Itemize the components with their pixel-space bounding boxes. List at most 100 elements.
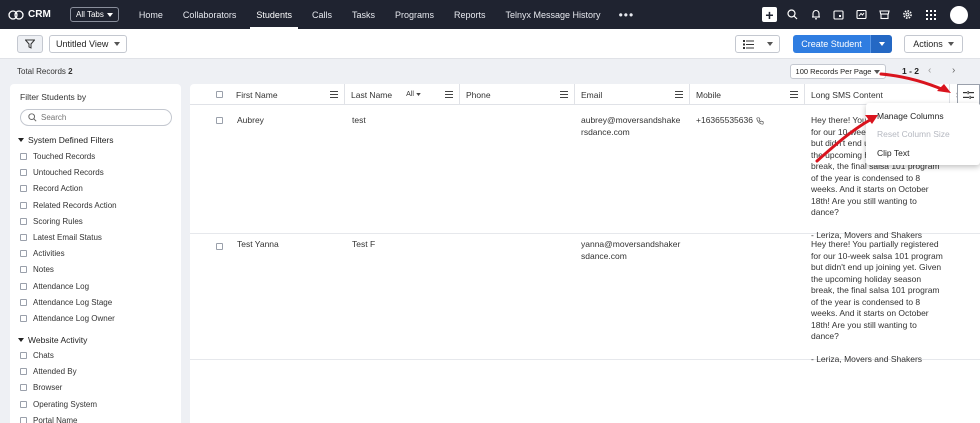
last-name-filter-select[interactable]: All bbox=[406, 91, 421, 98]
filter-checkbox[interactable] bbox=[20, 169, 27, 177]
nav-tab-programs[interactable]: Programs bbox=[385, 0, 444, 29]
create-options-dropdown[interactable] bbox=[870, 35, 892, 53]
apps-button[interactable] bbox=[919, 0, 942, 29]
filter-checkbox[interactable] bbox=[20, 352, 27, 359]
filter-checkbox[interactable] bbox=[20, 282, 27, 290]
filter-item[interactable]: Operating System bbox=[20, 400, 97, 409]
previous-page-button[interactable]: ‹ bbox=[928, 65, 931, 76]
filter-item[interactable]: Attendance Log bbox=[20, 282, 89, 291]
view-mode-select[interactable] bbox=[735, 35, 780, 53]
notifications-button[interactable] bbox=[804, 0, 827, 29]
nav-tab-collaborators[interactable]: Collaborators bbox=[173, 0, 247, 29]
table-header: First Name Last Name All Phone Email Mob… bbox=[190, 84, 980, 105]
cell-mobile: +16365535636 bbox=[696, 115, 764, 127]
cell-first-name[interactable]: Aubrey bbox=[237, 115, 264, 127]
cell-email[interactable]: aubrey@moversandshakersdance.com bbox=[581, 115, 681, 138]
column-last-name[interactable]: Last Name All bbox=[345, 84, 460, 105]
column-mobile[interactable]: Mobile bbox=[690, 84, 805, 105]
filter-item[interactable]: Notes bbox=[20, 265, 54, 274]
filter-checkbox[interactable] bbox=[20, 266, 27, 274]
crm-logo[interactable]: CRM bbox=[8, 9, 58, 20]
filter-item[interactable]: Record Action bbox=[20, 184, 83, 193]
select-all-checkbox[interactable] bbox=[216, 91, 223, 98]
column-menu-icon[interactable] bbox=[445, 91, 453, 98]
filter-checkbox[interactable] bbox=[20, 153, 27, 160]
signals-button[interactable] bbox=[850, 0, 873, 29]
filter-checkbox[interactable] bbox=[20, 201, 27, 209]
nav-tab-telnyx-message-history[interactable]: Telnyx Message History bbox=[496, 0, 611, 29]
column-first-name[interactable]: First Name bbox=[230, 84, 345, 105]
filter-checkbox[interactable] bbox=[20, 315, 27, 322]
quick-create-button[interactable]: + bbox=[758, 0, 781, 29]
section-website-activity[interactable]: Website Activity bbox=[18, 335, 87, 345]
nav-tab-reports[interactable]: Reports bbox=[444, 0, 496, 29]
filter-checkbox[interactable] bbox=[20, 217, 27, 225]
calendar-button[interactable] bbox=[827, 0, 850, 29]
filter-item[interactable]: Touched Records bbox=[20, 152, 95, 161]
more-tabs-button[interactable]: ••• bbox=[611, 8, 643, 22]
nav-tab-calls[interactable]: Calls bbox=[302, 0, 342, 29]
marketplace-icon bbox=[879, 10, 890, 20]
column-menu-icon[interactable] bbox=[790, 91, 798, 98]
filter-item[interactable]: Untouched Records bbox=[20, 168, 104, 177]
nav-tab-students[interactable]: Students bbox=[246, 0, 302, 29]
section-system-defined-filters[interactable]: System Defined Filters bbox=[18, 135, 114, 145]
caret-down-icon bbox=[18, 338, 24, 342]
filter-checkbox[interactable] bbox=[20, 250, 27, 258]
top-nav: CRM All Tabs Home Collaborators Students Ca… bbox=[0, 0, 980, 29]
filter-item[interactable]: Activities bbox=[20, 249, 65, 258]
column-menu-icon[interactable] bbox=[675, 91, 683, 98]
filter-item[interactable]: Latest Email Status bbox=[20, 233, 102, 242]
filter-toggle-button[interactable] bbox=[17, 35, 43, 53]
row-checkbox[interactable] bbox=[216, 243, 223, 250]
phone-icon[interactable] bbox=[756, 117, 764, 125]
view-select[interactable]: Untitled View bbox=[49, 35, 128, 53]
create-student-button[interactable]: Create Student bbox=[793, 35, 870, 53]
filter-checkbox[interactable] bbox=[20, 416, 27, 423]
settings-button[interactable] bbox=[896, 0, 919, 29]
filter-search-input[interactable] bbox=[41, 113, 161, 122]
cell-email[interactable]: yanna@moversandshakersdance.com bbox=[581, 239, 681, 262]
filter-item[interactable]: Browser bbox=[20, 383, 62, 392]
column-menu-icon[interactable] bbox=[330, 91, 338, 98]
list-view-icon bbox=[742, 39, 754, 49]
chevron-down-icon bbox=[766, 42, 773, 46]
filter-item[interactable]: Related Records Action bbox=[20, 201, 117, 210]
sms-message: Hey there! You partially registered for … bbox=[811, 239, 943, 341]
next-page-button[interactable]: › bbox=[952, 65, 955, 76]
column-menu-icon[interactable] bbox=[560, 91, 568, 98]
nav-tab-tasks[interactable]: Tasks bbox=[342, 0, 385, 29]
menu-item-clip-text[interactable]: Clip Text bbox=[877, 148, 909, 158]
column-phone[interactable]: Phone bbox=[460, 84, 575, 105]
filter-checkbox[interactable] bbox=[20, 234, 27, 241]
user-avatar[interactable] bbox=[950, 5, 968, 24]
nav-tab-home[interactable]: Home bbox=[129, 0, 173, 29]
cell-first-name[interactable]: Test Yanna bbox=[237, 239, 279, 251]
filter-item[interactable]: Scoring Rules bbox=[20, 217, 83, 226]
section-label: Website Activity bbox=[28, 335, 88, 345]
search-button[interactable] bbox=[781, 0, 804, 29]
column-long-sms-content[interactable]: Long SMS Content bbox=[805, 84, 950, 105]
mobile-number[interactable]: +16365535636 bbox=[696, 115, 753, 127]
cell-last-name: Test F bbox=[352, 239, 376, 249]
filter-checkbox[interactable] bbox=[20, 185, 27, 193]
filter-item[interactable]: Attended By bbox=[20, 367, 77, 376]
filter-item[interactable]: Attendance Log Owner bbox=[20, 314, 115, 323]
table-row[interactable]: Aubrey test aubrey@moversandshakersdance… bbox=[190, 105, 980, 240]
column-settings-button[interactable] bbox=[957, 84, 980, 105]
actions-button[interactable]: Actions bbox=[904, 35, 963, 53]
table-row[interactable]: Test Yanna Test F yanna@moversandshakers… bbox=[190, 234, 980, 364]
all-tabs-button[interactable]: All Tabs bbox=[70, 7, 119, 22]
filter-item[interactable]: Portal Name bbox=[20, 416, 77, 423]
filter-checkbox[interactable] bbox=[20, 400, 27, 408]
filter-checkbox[interactable] bbox=[20, 384, 27, 392]
filter-item[interactable]: Chats bbox=[20, 351, 54, 360]
marketplace-button[interactable] bbox=[873, 0, 896, 29]
column-email[interactable]: Email bbox=[575, 84, 690, 105]
records-per-page-select[interactable]: 100 Records Per Page bbox=[790, 64, 886, 79]
row-checkbox[interactable] bbox=[216, 117, 223, 124]
filter-checkbox[interactable] bbox=[20, 368, 27, 376]
filter-checkbox[interactable] bbox=[20, 298, 27, 306]
menu-item-manage-columns[interactable]: Manage Columns bbox=[877, 111, 944, 121]
filter-item[interactable]: Attendance Log Stage bbox=[20, 298, 112, 307]
